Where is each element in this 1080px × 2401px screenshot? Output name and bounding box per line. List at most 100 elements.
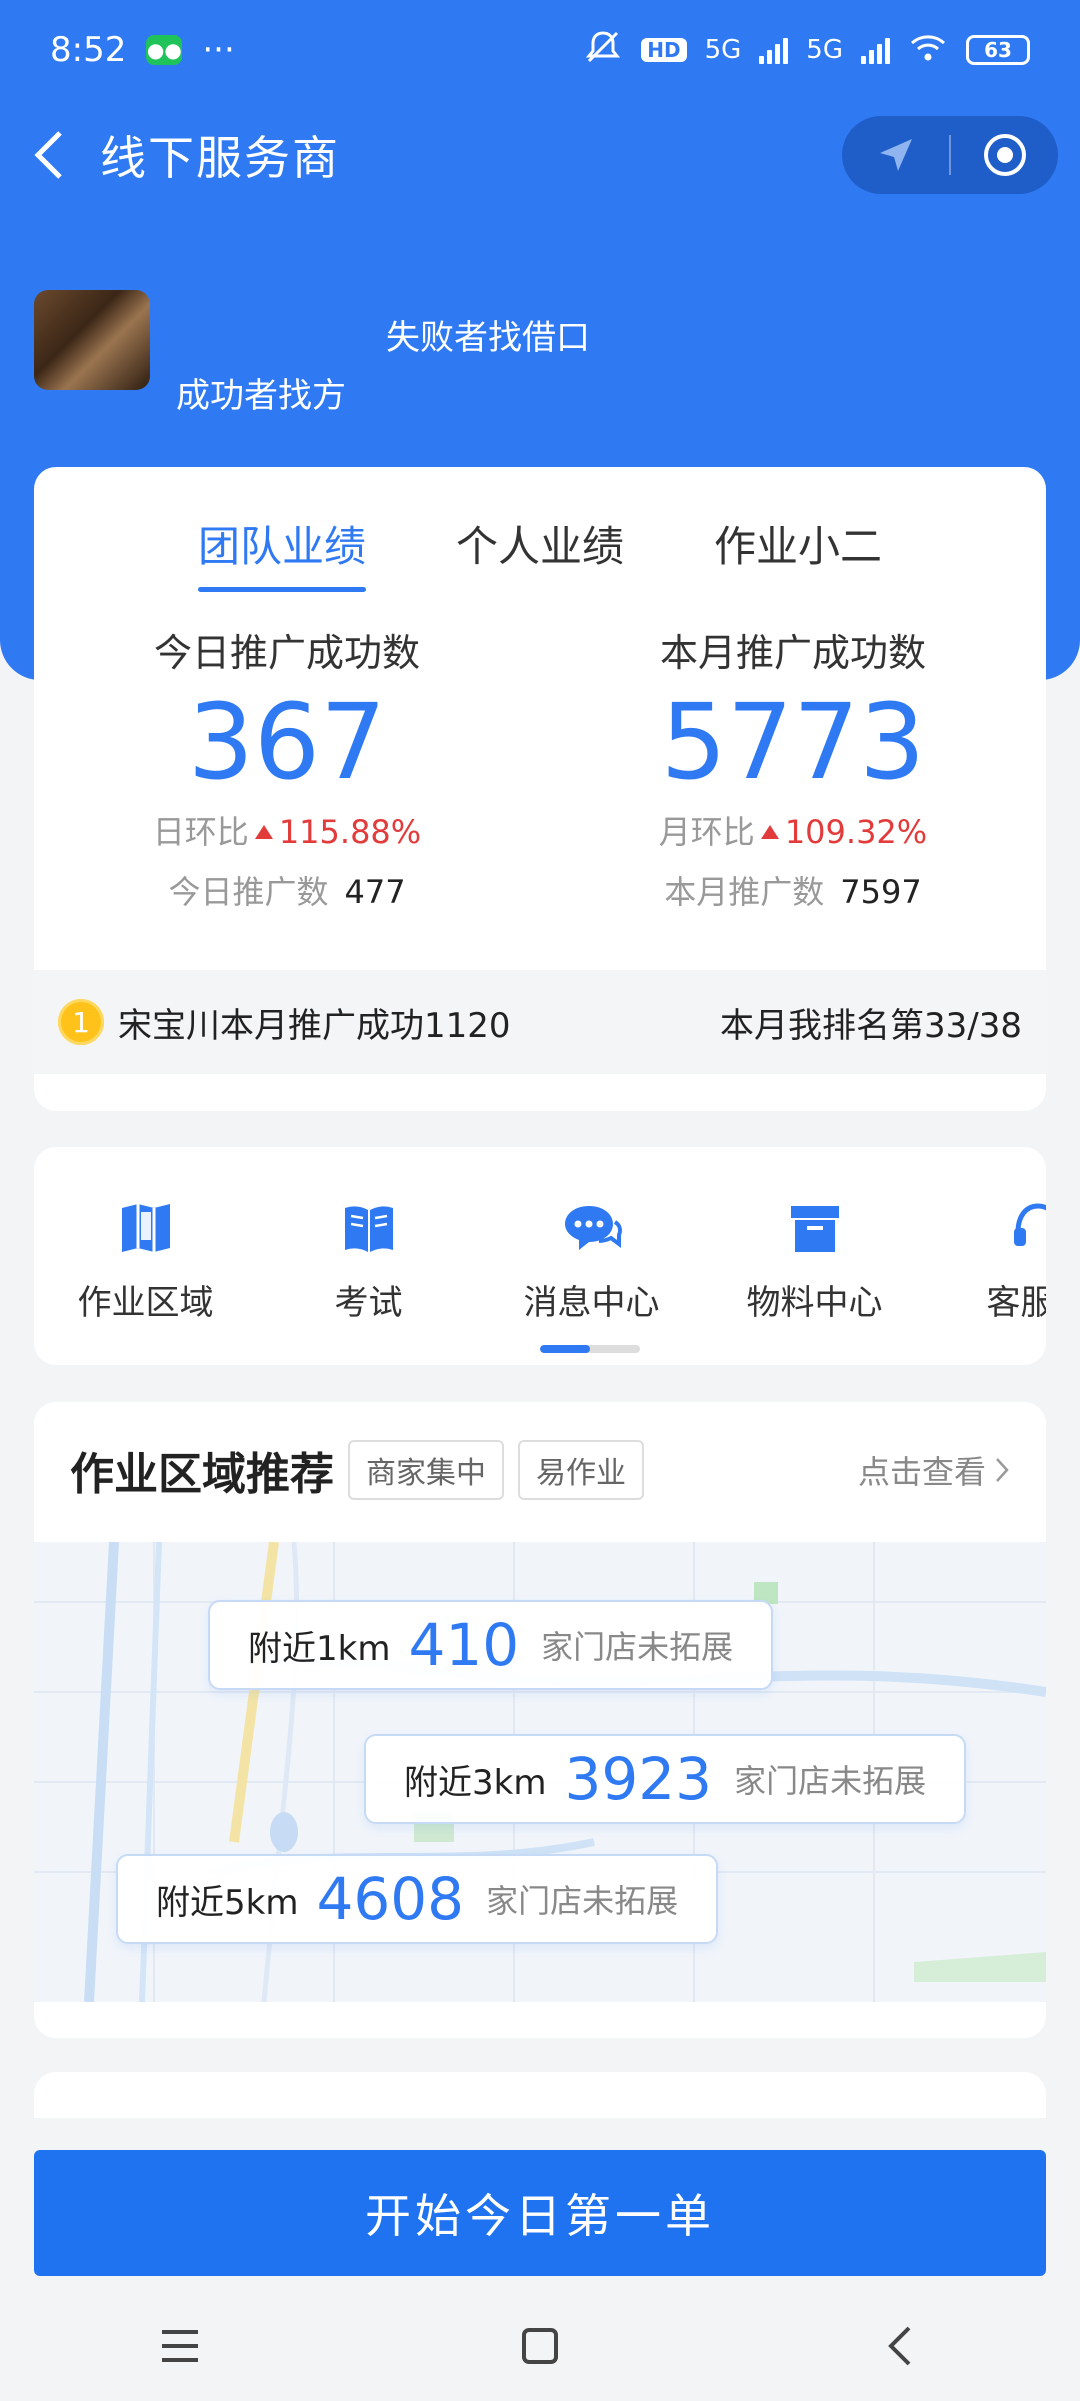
profile-slogans: 失败者找借口 成功者找方 (176, 280, 776, 416)
menu-scroll-indicator (540, 1345, 640, 1353)
stats-row: 今日推广成功数 367 日环比 115.88% 今日推广数 477 本月推广成功数 … (34, 622, 1046, 913)
work-area-recommendation-card: 作业区域推荐 商家集中 易作业 点击查看 附近1km 410 家门店未拓展 附近… (34, 1402, 1046, 2038)
nearby-5km-pill[interactable]: 附近5km 4608 家门店未拓展 (116, 1854, 719, 1944)
performance-tabs: 团队业绩 个人业绩 作业小二 (34, 513, 1046, 592)
status-bar: 8:52 ●● ··· HD 5G 5G 63 (0, 0, 1080, 100)
chevron-left-icon (34, 131, 62, 179)
today-ratio-value: 115.88% (278, 812, 422, 851)
mini-program-capsule (842, 116, 1058, 194)
location-arrow-icon (879, 139, 912, 171)
avatar[interactable] (34, 290, 150, 390)
tab-personal-performance[interactable]: 个人业绩 (456, 513, 624, 592)
network-5g-label-1: 5G (704, 35, 742, 65)
today-success-value: 367 (187, 681, 387, 803)
menu-label: 客服中 (986, 1283, 1047, 1323)
slogan-line-2: 成功者找方 (176, 376, 346, 416)
menu-nav-button[interactable] (120, 2306, 240, 2386)
headset-icon (1013, 1203, 1046, 1246)
month-ratio-value: 109.32% (784, 812, 928, 851)
today-ratio-label: 日环比 (152, 812, 249, 851)
nearby-suffix: 家门店未拓展 (541, 1628, 734, 1666)
gold-medal-icon: 1 (58, 999, 104, 1045)
month-count: 本月推广数 7597 (540, 867, 1046, 913)
nearby-suffix: 家门店未拓展 (486, 1882, 679, 1920)
month-stat[interactable]: 本月推广成功数 5773 月环比 109.32% 本月推广数 7597 (540, 622, 1046, 913)
home-square-icon (522, 2327, 558, 2364)
wifi-icon (908, 31, 948, 70)
menu-label: 物料中心 (746, 1283, 883, 1323)
today-count-label: 今日推广数 (168, 872, 329, 911)
menu-item-message-center[interactable]: 消息中心 (480, 1195, 703, 1324)
menu-label: 作业区域 (77, 1283, 214, 1323)
nearby-suffix: 家门店未拓展 (734, 1762, 927, 1800)
today-count-value: 477 (344, 872, 406, 911)
menu-lines-icon (162, 2329, 198, 2362)
nearby-count: 4608 (316, 1865, 465, 1933)
menu-scroll-thumb (540, 1345, 590, 1353)
mute-icon (583, 29, 623, 72)
network-5g-label-2: 5G (806, 35, 843, 65)
performance-card: 团队业绩 个人业绩 作业小二 今日推广成功数 367 日环比 115.88% 今日… (34, 467, 1046, 1111)
tag-easy-operation: 易作业 (518, 1440, 644, 1500)
area-header: 作业区域推荐 商家集中 易作业 点击查看 (34, 1402, 1046, 1502)
profile-header: 失败者找借口 成功者找方 (34, 270, 1034, 416)
back-arrow-icon (888, 2326, 911, 2365)
chat-bubbles-icon (564, 1206, 622, 1250)
hd-badge: HD (641, 38, 687, 62)
today-stat[interactable]: 今日推广成功数 367 日环比 115.88% 今日推广数 477 (34, 622, 540, 913)
slogan-line-1: 失败者找借口 (386, 318, 590, 358)
menu-item-customer-service[interactable]: 客服中 (926, 1195, 1046, 1324)
month-ratio-label: 月环比 (658, 812, 755, 851)
tab-operation-staff[interactable]: 作业小二 (714, 513, 882, 592)
open-book-icon (344, 1206, 393, 1252)
month-ratio: 月环比 109.32% (540, 807, 1046, 853)
chevron-right-icon (996, 1458, 1009, 1482)
status-time: 8:52 (50, 30, 127, 70)
nearby-count: 3923 (564, 1745, 713, 1813)
today-count: 今日推广数 477 (34, 867, 540, 913)
quick-menu-row[interactable]: 作业区域 考试 消息中心 物料中心 客服中 (34, 1147, 1046, 1324)
view-more-label: 点击查看 (857, 1453, 986, 1491)
ranking-bar[interactable]: 1 宋宝川本月推广成功1120 本月我排名第33/38 (34, 970, 1046, 1074)
wechat-icon: ●● (146, 35, 183, 65)
today-ratio: 日环比 115.88% (34, 807, 540, 853)
system-navigation-bar (0, 2290, 1080, 2401)
nearby-label: 附近1km (248, 1628, 391, 1669)
today-success-label: 今日推广成功数 (153, 631, 420, 675)
nearby-3km-pill[interactable]: 附近3km 3923 家门店未拓展 (364, 1734, 967, 1824)
month-count-label: 本月推广数 (664, 872, 825, 911)
month-success-value: 5773 (660, 681, 926, 803)
start-first-order-button[interactable]: 开始今日第一单 (34, 2150, 1046, 2276)
arrow-up-icon (254, 824, 273, 839)
menu-label: 考试 (334, 1283, 403, 1323)
menu-item-materials-center[interactable]: 物料中心 (703, 1195, 926, 1324)
menu-item-exam[interactable]: 考试 (257, 1195, 480, 1324)
archive-box-icon (790, 1206, 839, 1252)
nearby-label: 附近5km (156, 1882, 299, 1923)
nearby-count: 410 (408, 1611, 520, 1679)
month-count-value: 7597 (840, 872, 922, 911)
view-more-link[interactable]: 点击查看 (858, 1447, 1010, 1493)
target-circle-icon (983, 134, 1026, 176)
menu-item-work-area[interactable]: 作业区域 (34, 1195, 257, 1324)
location-button[interactable] (842, 116, 949, 194)
quick-menu-card: 作业区域 考试 消息中心 物料中心 客服中 (34, 1147, 1046, 1365)
signal-icon (861, 36, 890, 64)
close-mini-program-button[interactable] (951, 116, 1058, 194)
tag-merchant-cluster: 商家集中 (348, 1440, 504, 1500)
menu-label: 消息中心 (523, 1283, 660, 1323)
nearby-1km-pill[interactable]: 附近1km 410 家门店未拓展 (208, 1600, 774, 1690)
title-bar: 线下服务商 (0, 110, 1080, 200)
area-map[interactable]: 附近1km 410 家门店未拓展 附近3km 3923 家门店未拓展 附近5km… (34, 1541, 1046, 2003)
my-rank-text: 本月我排名第33/38 (720, 1005, 1022, 1046)
tab-team-performance[interactable]: 团队业绩 (197, 513, 367, 592)
back-nav-button[interactable] (840, 2306, 960, 2386)
battery-icon: 63 (966, 35, 1030, 65)
map-book-icon (121, 1204, 170, 1252)
back-button[interactable] (0, 110, 100, 200)
home-nav-button[interactable] (480, 2306, 600, 2386)
month-success-label: 本月推广成功数 (659, 631, 926, 675)
more-notifications-icon: ··· (202, 30, 235, 70)
signal-icon (759, 36, 789, 64)
page-title: 线下服务商 (100, 131, 340, 185)
